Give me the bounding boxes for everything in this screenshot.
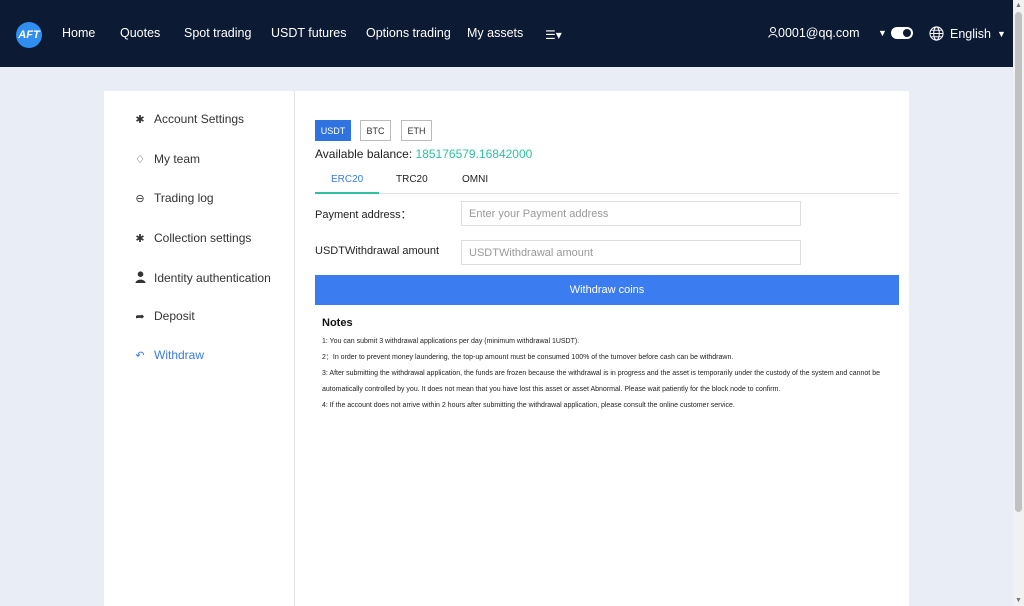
scroll-thumb[interactable] — [1015, 12, 1022, 512]
theme-caret-icon[interactable]: ▼ — [878, 28, 887, 38]
sidebar: ✱ Account Settings ♢ My team ⊖ Trading l… — [104, 91, 295, 606]
log-icon: ⊖ — [135, 192, 145, 205]
withdraw-form: USDT BTC ETH Available balance: 18517657… — [315, 91, 899, 606]
withdrawal-amount-label: USDTWithdrawal amount — [315, 245, 440, 257]
sidebar-item-label: Account Settings — [154, 112, 245, 126]
sidebar-item-collection-settings[interactable]: ✱ Collection settings — [134, 228, 251, 248]
nav-options-trading[interactable]: Options trading — [366, 26, 451, 40]
balance-label: Available balance: — [315, 147, 413, 161]
network-tabs: ERC20 TRC20 OMNI — [315, 171, 899, 194]
active-tab-indicator — [315, 192, 379, 194]
tab-trc20[interactable]: TRC20 — [396, 174, 428, 185]
scroll-down-icon[interactable]: ▼ — [1015, 597, 1022, 604]
sidebar-item-deposit[interactable]: ➦ Deposit — [134, 306, 195, 326]
payment-address-label: Payment address： — [315, 209, 412, 221]
language-label: English — [950, 26, 991, 41]
theme-toggle[interactable] — [891, 27, 913, 39]
globe-icon — [929, 26, 944, 41]
nav-quotes[interactable]: Quotes — [120, 26, 160, 40]
language-selector[interactable]: English ▼ — [929, 26, 1006, 41]
payment-address-input[interactable] — [461, 201, 801, 226]
sidebar-item-account-settings[interactable]: ✱ Account Settings — [134, 109, 244, 129]
withdraw-coins-button[interactable]: Withdraw coins — [315, 275, 899, 305]
chevron-down-icon: ▼ — [997, 28, 1006, 39]
user-account[interactable]: 0001@qq.com — [768, 26, 860, 40]
top-navbar: AFT Home Quotes Spot trading USDT future… — [0, 0, 1013, 67]
diamond-icon: ♢ — [135, 153, 145, 166]
coin-eth-button[interactable]: ETH — [401, 120, 432, 141]
coin-btc-button[interactable]: BTC — [360, 120, 391, 141]
note-item: 1: You can submit 3 withdrawal applicati… — [322, 338, 580, 345]
note-item: 4: If the account does not arrive within… — [322, 402, 735, 409]
sidebar-item-identity-authentication[interactable]: Identity authentication — [134, 268, 271, 288]
note-item: 3: After submitting the withdrawal appli… — [322, 370, 880, 393]
brand-logo[interactable]: AFT — [16, 22, 42, 48]
withdrawal-amount-input[interactable] — [461, 240, 801, 265]
content-panel: ✱ Account Settings ♢ My team ⊖ Trading l… — [104, 91, 909, 606]
sidebar-item-my-team[interactable]: ♢ My team — [134, 149, 200, 169]
nav-usdt-futures[interactable]: USDT futures — [271, 26, 347, 40]
user-email: 0001@qq.com — [778, 26, 860, 40]
notes-section: Notes 1: You can submit 3 withdrawal app… — [322, 317, 892, 414]
sidebar-item-withdraw[interactable]: ↶ Withdraw — [134, 345, 204, 365]
tab-erc20[interactable]: ERC20 — [331, 174, 363, 185]
gear-icon: ✱ — [135, 113, 145, 126]
sidebar-item-label: My team — [154, 152, 201, 166]
user-icon — [768, 26, 778, 38]
user-icon — [134, 270, 146, 286]
available-balance: Available balance: 185176579.16842000 — [315, 147, 532, 161]
sidebar-item-label: Trading log — [154, 191, 214, 205]
notes-title: Notes — [322, 317, 353, 329]
page-scrollbar[interactable]: ▲ ▼ — [1013, 0, 1024, 606]
sidebar-item-label: Collection settings — [154, 231, 252, 245]
sidebar-item-label: Identity authentication — [154, 271, 271, 285]
more-menu-icon[interactable]: ☰▾ — [545, 28, 562, 42]
sidebar-item-trading-log[interactable]: ⊖ Trading log — [134, 188, 214, 208]
scroll-up-icon[interactable]: ▲ — [1015, 2, 1022, 9]
tab-omni[interactable]: OMNI — [462, 174, 488, 185]
reply-arrow-icon: ↶ — [135, 349, 145, 362]
nav-home[interactable]: Home — [62, 26, 95, 40]
nav-spot-trading[interactable]: Spot trading — [184, 26, 251, 40]
share-arrow-icon: ➦ — [135, 310, 145, 323]
nav-my-assets[interactable]: My assets — [467, 26, 523, 40]
note-item: 2：In order to prevent money laundering, … — [322, 354, 734, 361]
sidebar-item-label: Deposit — [154, 309, 195, 323]
coin-usdt-button[interactable]: USDT — [315, 120, 351, 141]
sidebar-item-label: Withdraw — [154, 348, 205, 362]
balance-value: 185176579.16842000 — [415, 147, 533, 161]
gear-icon: ✱ — [135, 232, 145, 245]
